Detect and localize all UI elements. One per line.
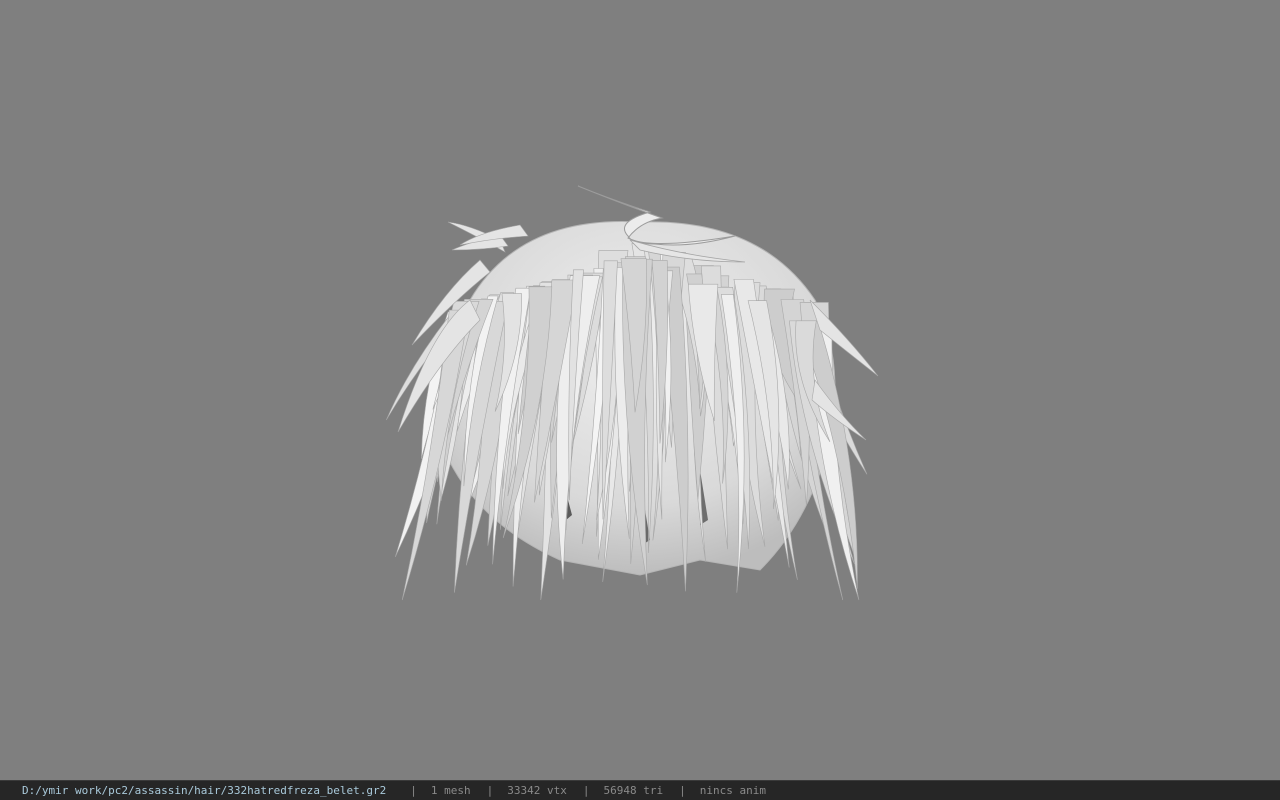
3d-viewport[interactable]: [0, 0, 1280, 780]
hair-model[interactable]: [0, 0, 1280, 780]
animation-status: nincs anim: [699, 784, 766, 797]
vertex-count: 33342 vtx: [507, 784, 567, 797]
status-separator: |: [679, 784, 686, 797]
status-separator: |: [582, 784, 590, 797]
mesh-count: 1 mesh: [430, 784, 471, 797]
status-bar: D:/ymir work/pc2/assassin/hair/332hatred…: [0, 780, 1280, 800]
hair-strands: [386, 221, 879, 601]
file-path: D:/ymir work/pc2/assassin/hair/332hatred…: [22, 784, 387, 797]
status-separator: |: [486, 784, 494, 797]
status-separator: |: [410, 784, 417, 797]
triangle-count: 56948 tri: [603, 784, 664, 797]
